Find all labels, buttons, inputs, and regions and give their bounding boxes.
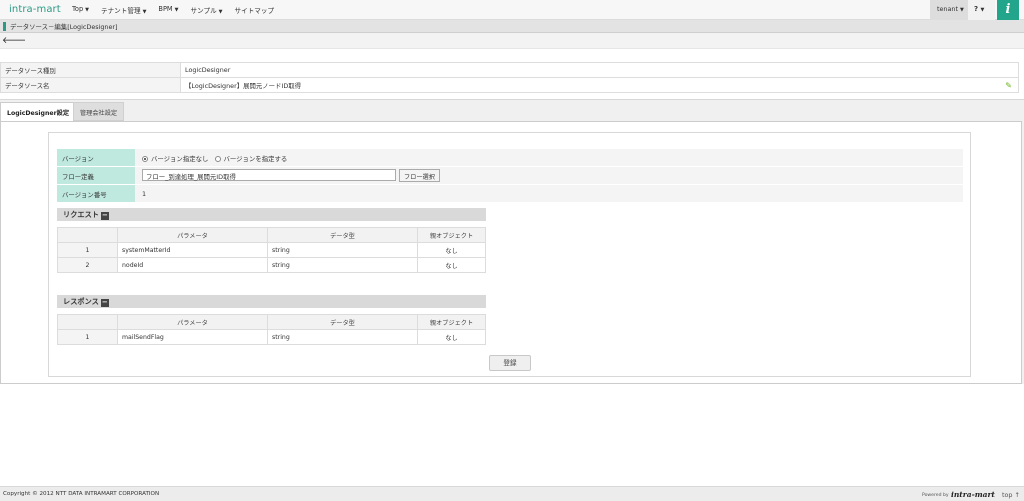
caret-down-icon: ▼: [85, 7, 89, 13]
nav-label: サンプル: [190, 7, 217, 15]
row-number: 1: [57, 242, 118, 258]
flow-input[interactable]: フロー_到達処理_展開元ID取得: [142, 169, 396, 181]
param-name: nodeId: [117, 257, 268, 273]
collapse-icon[interactable]: −: [100, 212, 109, 220]
tab-panel: バージョン バージョン指定なし バージョンを指定する フロー定義 フロー_到達処…: [0, 121, 1022, 384]
register-button[interactable]: 登録: [489, 355, 531, 371]
caret-down-icon: ▼: [218, 9, 223, 15]
col-header-parent: 親オブジェクト: [417, 227, 486, 243]
radio-version-none[interactable]: [142, 156, 148, 162]
param-type: string: [267, 257, 418, 273]
collapse-icon[interactable]: −: [100, 299, 109, 307]
col-header-parent: 親オブジェクト: [417, 314, 486, 330]
info-icon[interactable]: i: [997, 0, 1019, 20]
nav-label: Top: [72, 5, 84, 13]
powered-by-text: Powered by: [922, 493, 949, 498]
radio-version-specify-label: バージョンを指定する: [223, 155, 288, 163]
nav-label: テナント管理: [101, 7, 141, 15]
nav-item-sitemap[interactable]: サイトマップ: [235, 5, 275, 15]
nav-item-bpm[interactable]: BPM ▼: [158, 5, 178, 15]
logo[interactable]: intra-mart: [9, 4, 61, 15]
main-menu: Top ▼ テナント管理 ▼ BPM ▼ サンプル ▼ サイトマップ: [72, 5, 286, 15]
nav-item-top[interactable]: Top ▼: [72, 5, 89, 15]
param-name: mailSendFlag: [117, 329, 268, 345]
version-row: バージョン バージョン指定なし バージョンを指定する: [57, 149, 963, 166]
response-title: レスポンス: [63, 297, 99, 306]
tab-area: LogicDesigner設定 管理会社設定 バージョン バージョン指定なし バ…: [0, 99, 1024, 384]
request-table: パラメータ データ型 親オブジェクト 1 systemMatterId stri…: [57, 227, 486, 273]
row-number: 1: [57, 329, 118, 345]
request-section-header: リクエスト −: [57, 208, 486, 221]
table-row: データソース名 【LogicDesigner】展開元ノードID取得 ✎: [0, 77, 1019, 93]
table-row: 1 systemMatterId string なし: [57, 242, 486, 258]
datasource-info-table: データソース種別 LogicDesigner データソース名 【LogicDes…: [0, 62, 1019, 93]
version-options: バージョン指定なし バージョンを指定する: [142, 154, 287, 163]
back-bar: 🡐: [0, 33, 1024, 49]
tenant-label: tenant: [937, 5, 958, 13]
flow-label: フロー定義: [57, 167, 135, 184]
caret-down-icon: ▼: [174, 7, 179, 13]
col-header-datatype: データ型: [267, 314, 418, 330]
title-marker: [3, 22, 6, 31]
caret-down-icon: ▼: [960, 7, 964, 13]
table-row: データソース種別 LogicDesigner: [0, 62, 1019, 78]
help-icon: ?: [974, 5, 979, 13]
back-to-top-link[interactable]: top ↑: [1002, 491, 1020, 499]
table-header-row: パラメータ データ型 親オブジェクト: [57, 314, 486, 330]
row-number: 2: [57, 257, 118, 273]
col-header-datatype: データ型: [267, 227, 418, 243]
datasource-type-label: データソース種別: [0, 62, 181, 78]
param-parent: なし: [417, 329, 486, 345]
col-header-no: [57, 227, 118, 243]
version-label: バージョン: [57, 149, 135, 166]
col-header-parameter: パラメータ: [117, 314, 268, 330]
col-header-parameter: パラメータ: [117, 227, 268, 243]
caret-down-icon: ▼: [142, 9, 147, 15]
flow-row: フロー定義 フロー_到達処理_展開元ID取得 フロー選択: [57, 167, 963, 184]
page-title: データソース－編集[LogicDesigner]: [10, 23, 118, 31]
flow-select-button[interactable]: フロー選択: [399, 169, 440, 182]
copyright-text: Copyright © 2012 NTT DATA INTRAMART CORP…: [3, 491, 160, 497]
top-navigation-bar: intra-mart Top ▼ テナント管理 ▼ BPM ▼ サンプル ▼ サイトマッ…: [0, 0, 1024, 20]
datasource-name-value: 【LogicDesigner】展開元ノードID取得: [185, 81, 302, 90]
nav-item-tenant-admin[interactable]: テナント管理 ▼: [101, 5, 146, 15]
nav-item-sample[interactable]: サンプル ▼: [190, 5, 222, 15]
page-title-bar: データソース－編集[LogicDesigner]: [0, 20, 1024, 33]
nav-label: BPM: [158, 5, 173, 13]
settings-panel: バージョン バージョン指定なし バージョンを指定する フロー定義 フロー_到達処…: [48, 132, 971, 377]
nav-label: サイトマップ: [234, 7, 275, 15]
datasource-name-label: データソース名: [0, 77, 181, 93]
radio-version-none-label: バージョン指定なし: [151, 155, 209, 163]
param-type: string: [267, 329, 418, 345]
datasource-name-cell: 【LogicDesigner】展開元ノードID取得 ✎: [180, 77, 1019, 93]
table-row: 2 nodeId string なし: [57, 257, 486, 273]
back-arrow-icon[interactable]: 🡐: [2, 35, 26, 46]
datasource-type-value: LogicDesigner: [180, 62, 1019, 78]
request-title: リクエスト: [63, 210, 99, 219]
param-type: string: [267, 242, 418, 258]
table-row: 1 mailSendFlag string なし: [57, 329, 486, 345]
col-header-no: [57, 314, 118, 330]
caret-down-icon: ▼: [980, 7, 985, 13]
version-number-value: 1: [142, 190, 147, 198]
version-number-label: バージョン番号: [57, 185, 135, 202]
param-name: systemMatterId: [117, 242, 268, 258]
tab-logicdesigner-settings[interactable]: LogicDesigner設定: [0, 102, 77, 121]
table-header-row: パラメータ データ型 親オブジェクト: [57, 227, 486, 243]
version-number-row: バージョン番号 1: [57, 185, 963, 202]
response-table: パラメータ データ型 親オブジェクト 1 mailSendFlag string…: [57, 314, 486, 345]
param-parent: なし: [417, 257, 486, 273]
footer: Copyright © 2012 NTT DATA INTRAMART CORP…: [0, 486, 1024, 501]
help-menu[interactable]: ? ▼: [968, 0, 995, 20]
tenant-menu[interactable]: tenant ▼: [930, 0, 968, 20]
radio-version-specify[interactable]: [214, 156, 221, 162]
footer-brand-logo: intra-mart: [951, 490, 995, 499]
tab-management-company-settings[interactable]: 管理会社設定: [73, 102, 125, 121]
edit-pencil-icon[interactable]: ✎: [1005, 81, 1012, 90]
param-parent: なし: [417, 242, 486, 258]
response-section-header: レスポンス −: [57, 295, 486, 308]
